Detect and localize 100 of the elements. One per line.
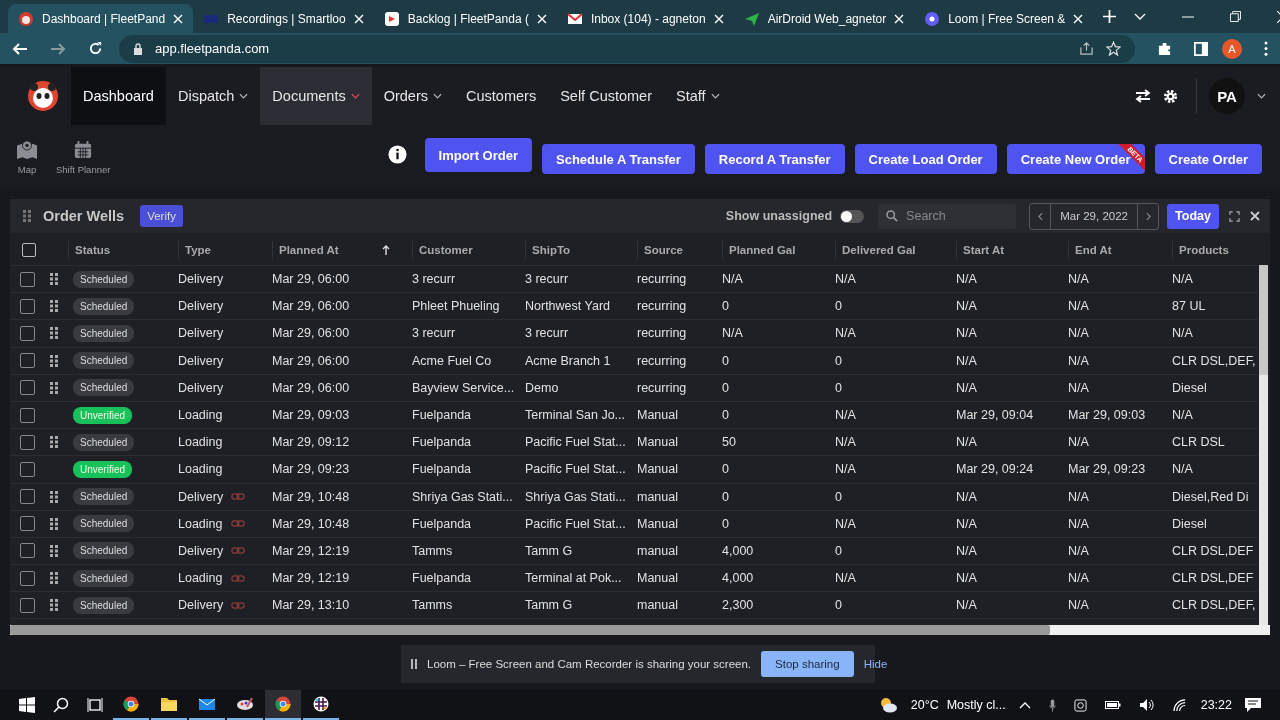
drag-handle-icon[interactable] [50,300,58,313]
action-button[interactable]: Import Order [424,138,533,172]
today-button[interactable]: Today [1167,203,1219,229]
browser-tab[interactable]: Backlog | FleetPanda ( [373,4,557,33]
browser-tab[interactable]: Loom | Free Screen & [914,4,1094,33]
address-bar[interactable]: app.fleetpanda.com [119,34,1135,63]
nav-item[interactable]: Customers [454,67,549,125]
action-button[interactable]: Create Load Order [854,144,997,174]
more-icon[interactable] [1264,41,1268,56]
column-header[interactable]: End At [1068,241,1172,259]
row-checkbox[interactable] [20,543,35,559]
action-button[interactable]: Schedule A Transfer [542,144,695,174]
drag-handle-icon[interactable] [50,381,58,394]
notification-icon[interactable] [1245,698,1261,712]
vertical-scrollbar[interactable] [1259,265,1268,625]
restore-icon[interactable] [1230,11,1242,22]
swap-arrows-icon[interactable] [1135,89,1151,103]
wifi-icon[interactable] [1172,698,1188,712]
search-field[interactable]: Search [878,203,1017,229]
row-checkbox[interactable] [20,271,35,287]
task-view-icon[interactable] [87,697,103,713]
nav-item[interactable]: Orders [371,67,455,125]
back-icon[interactable] [12,40,28,57]
row-checkbox[interactable] [20,380,35,396]
drag-handle-icon[interactable] [50,354,58,367]
drag-handle-icon[interactable] [23,210,31,222]
toggle-switch[interactable] [840,209,865,223]
drag-handle-icon[interactable] [50,436,58,449]
action-button[interactable]: Record A Transfer [704,144,845,174]
row-checkbox[interactable] [20,516,35,532]
reload-icon[interactable] [88,41,103,56]
stop-sharing-button[interactable]: Stop sharing [761,651,854,677]
row-checkbox[interactable] [20,353,35,369]
clock-text[interactable]: 23:22 [1200,698,1232,712]
sidebar-icon[interactable] [1194,41,1208,56]
select-all-checkbox[interactable] [22,243,36,257]
drag-handle-icon[interactable] [50,517,58,530]
sort-arrow-icon[interactable] [382,245,390,255]
drag-handle-icon[interactable] [50,572,58,585]
column-header[interactable]: Source [637,241,722,259]
browser-tab[interactable]: Recordings | Smartloo [193,4,374,33]
nav-item[interactable]: Dispatch [165,67,261,125]
row-checkbox[interactable] [20,489,35,505]
chevron-up-icon[interactable] [1018,701,1031,709]
settings-icon[interactable] [1163,88,1178,104]
column-header[interactable]: Delivered Gal [835,241,956,259]
close-icon[interactable] [1250,211,1260,221]
star-icon[interactable] [1106,41,1121,56]
shift-planner-button[interactable]: Shift Planner [56,139,111,175]
panda-logo-icon[interactable] [27,80,59,112]
info-icon[interactable] [387,144,407,164]
drag-handle-icon[interactable] [50,327,58,340]
row-checkbox[interactable] [20,570,35,586]
nav-item[interactable]: Dashboard [71,67,166,125]
volume-icon[interactable] [1138,698,1155,712]
user-avatar[interactable]: PA [1209,78,1245,114]
column-header[interactable]: Status [68,241,178,259]
column-header[interactable]: Type [178,241,272,259]
taskbar-app[interactable] [265,690,301,720]
column-header[interactable]: Start At [956,241,1068,259]
row-checkbox[interactable] [20,298,35,314]
share-icon[interactable] [1079,41,1094,56]
profile-avatar[interactable]: A [1222,38,1242,59]
hide-button[interactable]: Hide [863,658,888,670]
row-checkbox[interactable] [20,407,35,423]
nav-item[interactable]: Documents [260,67,372,125]
column-header[interactable]: Planned At [272,241,412,259]
drag-handle-icon[interactable] [50,544,58,557]
chevron-down-icon[interactable] [1257,93,1266,99]
search-icon[interactable] [53,697,69,713]
horizontal-scrollbar[interactable] [10,625,1270,635]
row-checkbox[interactable] [20,434,35,450]
column-header[interactable]: Planned Gal [722,241,835,259]
new-tab-icon[interactable] [1103,10,1117,23]
map-button[interactable]: Map [16,139,38,175]
microphone-icon[interactable] [1048,698,1056,712]
column-header[interactable]: Customer [412,241,525,259]
battery-icon[interactable] [1104,700,1121,710]
minimize-icon[interactable] [1182,15,1195,18]
verify-button[interactable]: Verify [140,205,183,227]
row-checkbox[interactable] [20,461,35,477]
nav-item[interactable]: Self Customer [548,67,664,125]
forward-icon[interactable] [50,40,66,57]
puzzle-icon[interactable] [1157,41,1172,56]
row-checkbox[interactable] [20,597,35,613]
browser-tab[interactable]: AirDroid Web_agnetor [733,4,915,33]
pause-icon[interactable] [411,659,417,669]
drag-handle-icon[interactable] [50,599,58,612]
fullscreen-icon[interactable] [1229,210,1240,222]
column-header[interactable]: Products [1172,241,1258,259]
action-button[interactable]: Create Order [1154,144,1262,174]
windows-start-icon[interactable] [19,697,35,713]
drag-handle-icon[interactable] [50,490,58,503]
camera-icon[interactable] [1073,698,1087,712]
browser-tab[interactable]: Dashboard | FleetPand [8,4,194,33]
drag-handle-icon[interactable] [50,273,58,286]
column-header[interactable]: ShipTo [525,241,637,259]
nav-item[interactable]: Staff [664,67,732,125]
row-checkbox[interactable] [20,325,35,341]
browser-tab[interactable]: Inbox (104) - agneton [556,4,734,33]
